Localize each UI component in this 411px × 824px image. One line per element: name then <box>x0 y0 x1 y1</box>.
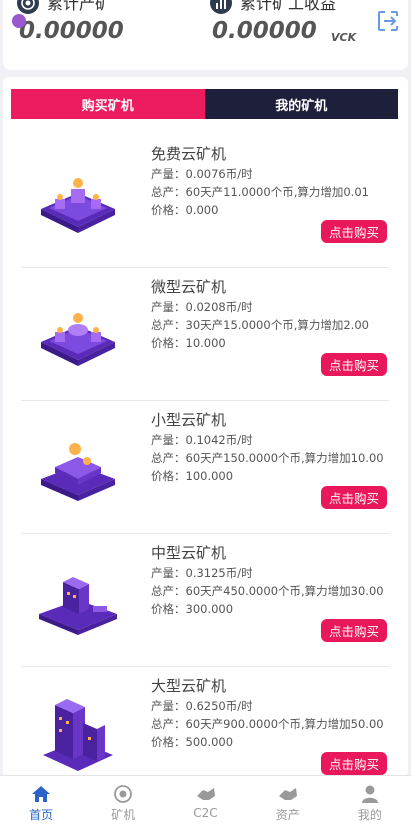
total-mined-label: 累计产矿 <box>47 0 112 13</box>
miner-total: 总产：60天产900.0000个币,算力增加50.00 <box>151 717 384 731</box>
miner-price: 价格：10.000 <box>151 336 226 350</box>
miner-list: 免费云矿机 产量：0.0076币/时 总产：60天产11.0000个币,算力增加… <box>21 135 389 799</box>
miner-name: 大型云矿机 <box>151 677 227 695</box>
list-item: 小型云矿机 产量：0.1042币/时 总产：60天产150.0000个币,算力增… <box>21 401 389 534</box>
miner-price: 价格：100.000 <box>151 469 234 483</box>
nav-label: 首页 <box>29 808 54 822</box>
chart-icon <box>210 0 232 14</box>
miner-output: 产量：0.6250币/时 <box>151 699 253 713</box>
miner-total: 总产：30天产15.0000个币,算力增加2.00 <box>151 318 369 332</box>
total-earnings-label: 累计矿工收益 <box>240 0 337 13</box>
nav-label: C2C <box>193 806 218 820</box>
medium-miner-image <box>39 577 117 635</box>
miner-output: 产量：0.0076币/时 <box>151 167 253 181</box>
micro-miner-image <box>41 313 115 366</box>
list-item: 微型云矿机 产量：0.0208币/时 总产：30天产15.0000个币,算力增加… <box>21 268 389 401</box>
assets-icon <box>278 788 297 800</box>
buy-button[interactable]: 点击购买 <box>321 353 387 376</box>
miner-total: 总产：60天产450.0000个币,算力增加30.00 <box>151 584 384 598</box>
miner-icon <box>114 785 133 803</box>
miner-name: 小型云矿机 <box>151 411 227 429</box>
nav-miner[interactable]: 矿机 <box>82 776 164 824</box>
nav-assets[interactable]: 资产 <box>247 776 329 824</box>
nav-home[interactable]: 首页 <box>0 776 82 824</box>
coin-icon <box>17 0 39 14</box>
total-earnings-value: 0.00000 <box>212 18 317 44</box>
home-icon <box>32 786 51 802</box>
list-item: 中型云矿机 产量：0.3125币/时 总产：60天产450.0000个币,算力增… <box>21 534 389 667</box>
exit-icon[interactable] <box>375 8 401 34</box>
miner-name: 中型云矿机 <box>151 544 227 562</box>
miner-price: 价格：500.000 <box>151 735 234 749</box>
user-icon <box>361 785 378 803</box>
c2c-icon <box>196 788 215 800</box>
miner-output: 产量：0.3125币/时 <box>151 566 253 580</box>
nav-label: 矿机 <box>111 808 136 822</box>
list-item: 免费云矿机 产量：0.0076币/时 总产：60天产11.0000个币,算力增加… <box>21 135 389 268</box>
tab-my-miner[interactable]: 我的矿机 <box>204 89 398 119</box>
miner-price: 价格：0.000 <box>151 203 219 217</box>
miner-panel: 购买矿机 我的矿机 免费云矿机 产量：0.0076币/时 总产：60天产11.0… <box>3 77 408 777</box>
miner-name: 微型云矿机 <box>151 278 227 296</box>
miner-output: 产量：0.0208币/时 <box>151 300 253 314</box>
large-miner-image <box>43 699 113 771</box>
nav-c2c[interactable]: C2C <box>164 776 246 824</box>
buy-button[interactable]: 点击购买 <box>321 752 387 775</box>
small-miner-image <box>41 443 115 501</box>
miner-output: 产量：0.1042币/时 <box>151 433 253 447</box>
nav-label: 资产 <box>275 808 300 822</box>
free-miner-image <box>41 178 115 233</box>
miner-total: 总产：60天产11.0000个币,算力增加0.01 <box>151 185 369 199</box>
buy-button[interactable]: 点击购买 <box>321 619 387 642</box>
currency-unit: VCK <box>331 31 357 44</box>
nav-label: 我的 <box>357 808 382 822</box>
miner-total: 总产：60天产150.0000个币,算力增加10.00 <box>151 451 384 465</box>
tab-buy-miner[interactable]: 购买矿机 <box>11 89 205 119</box>
miner-tabs: 购买矿机 我的矿机 <box>11 89 398 119</box>
miner-price: 价格：300.000 <box>151 602 234 616</box>
total-mined-value: 0.00000 <box>19 18 124 44</box>
bottom-nav: 首页 矿机 C2C 资产 我的 <box>0 775 411 824</box>
badge-dot <box>12 14 26 28</box>
miner-name: 免费云矿机 <box>151 145 227 163</box>
buy-button[interactable]: 点击购买 <box>321 220 387 243</box>
stats-card: 累计产矿 0.00000 累计矿工收益 0.00000 VCK <box>3 0 408 70</box>
nav-mine[interactable]: 我的 <box>329 776 411 824</box>
buy-button[interactable]: 点击购买 <box>321 486 387 509</box>
